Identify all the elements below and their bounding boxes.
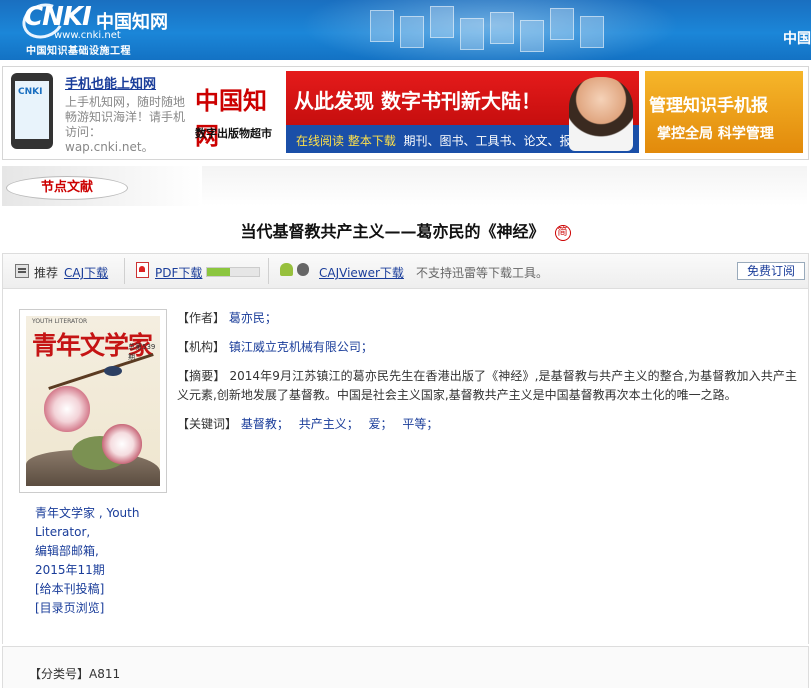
org-label: 【机构】 xyxy=(177,340,226,354)
pdf-file-icon xyxy=(136,262,149,278)
free-subscribe-button[interactable]: 免费订阅 xyxy=(737,262,805,280)
download-tool-note: 不支持迅雷等下载工具。 xyxy=(416,266,549,280)
keyword-link[interactable]: 共产主义； xyxy=(299,417,359,431)
author-label: 【作者】 xyxy=(177,311,226,325)
banner-sub-highlight: 在线阅读 整本下载 xyxy=(296,134,396,148)
abstract-text: 2014年9月江苏镇江的葛亦民先生在香港出版了《神经》,是基督教与共产主义的整合… xyxy=(177,369,797,402)
header-decoration xyxy=(360,6,620,56)
editorial-mailbox: 编辑部邮箱, xyxy=(35,544,99,558)
cnki-logo[interactable]: CNKI 中国知网 www.cnki.net 中国知识基础设施工程 xyxy=(17,0,170,57)
keywords-row: 【关键词】 基督教； 共产主义； 爱； 平等； xyxy=(177,415,797,434)
cover-youth-text: YOUTH LITERATOR xyxy=(32,318,88,325)
header-right-text[interactable]: 中国 xyxy=(783,28,811,48)
caj-download-link[interactable]: CAJ下载 xyxy=(64,264,108,281)
logo-url: www.cnki.net xyxy=(54,30,121,41)
keyword-link[interactable]: 基督教； xyxy=(241,417,289,431)
org-row: 【机构】 镇江威立克机械有限公司； xyxy=(177,338,797,357)
pdf-download-meter xyxy=(206,267,260,277)
digital-publishing-banner[interactable]: 中国知网 数字出版物超市 从此发现 数字书刊新大陆！ 在线阅读 整本下载 期刊、… xyxy=(189,71,639,153)
android-icon xyxy=(280,263,293,276)
phone-icon[interactable]: CNKI xyxy=(11,73,53,149)
abstract-row: 【摘要】 2014年9月江苏镇江的葛亦民先生在香港出版了《神经》,是基督教与共产… xyxy=(177,367,797,405)
phone-logo: CNKI xyxy=(18,87,43,97)
simplified-toggle-icon[interactable]: 简 xyxy=(554,225,571,241)
classification-label: 【分类号】 xyxy=(29,667,90,681)
journal-info: 青年文学家 , Youth Literator, 编辑部邮箱, 2015年11期… xyxy=(35,504,165,618)
section-bar: 节点文献 xyxy=(2,166,807,206)
caj-file-icon xyxy=(15,264,29,278)
journal-name-en-cont: Literator, xyxy=(35,525,91,539)
author-link[interactable]: 葛亦民； xyxy=(229,311,277,325)
toc-browse-link[interactable]: [目录页浏览] xyxy=(35,601,104,615)
keywords-label: 【关键词】 xyxy=(177,417,238,431)
cover-bird-art xyxy=(104,366,122,376)
promo-row: CNKI 手机也能上知网 上手机知网，随时随地畅游知识海洋！请手机访问：wap.… xyxy=(2,66,809,160)
cajviewer-download-link[interactable]: CAJViewer下载 xyxy=(319,264,404,281)
banner-brand-sub: 数字出版物超市 xyxy=(195,127,272,140)
submit-manuscript-link[interactable]: [给本刊投稿] xyxy=(35,582,104,596)
author-row: 【作者】 葛亦民； xyxy=(177,309,797,328)
cover-flower-art xyxy=(44,386,90,432)
mgmt-knowledge-banner[interactable]: 管理知识手机报 掌控全局 科学管理 xyxy=(645,71,803,153)
journal-name-link[interactable]: 青年文学家 xyxy=(35,506,95,520)
journal-issue-link[interactable]: 2015年11期 xyxy=(35,563,105,577)
mgmt-banner-line1: 管理知识手机报 xyxy=(649,96,768,116)
student-photo xyxy=(569,77,633,151)
pdf-download-meter-fill xyxy=(207,268,231,276)
keyword-link[interactable]: 爱； xyxy=(369,417,393,431)
article-title-row: 当代基督教共产主义——葛亦民的《神经》简 xyxy=(0,218,811,242)
logo-subtitle: 中国知识基础设施工程 xyxy=(26,46,131,57)
mobile-cnki-link[interactable]: 手机也能上知网 xyxy=(65,73,156,92)
banner-slogan: 从此发现 数字书刊新大陆！ xyxy=(294,89,541,113)
article-title: 当代基督教共产主义——葛亦民的《神经》 xyxy=(240,222,545,241)
pdf-download-link[interactable]: PDF下载 xyxy=(155,264,202,281)
classification-value: A811 xyxy=(89,667,121,681)
recommend-label: 推荐 xyxy=(34,266,59,280)
article-detail: YOUTH LITERATOR 青年文学家 总第539期 青年文学家 , You… xyxy=(2,289,809,644)
abstract-label: 【摘要】 xyxy=(177,369,226,383)
journal-cover[interactable]: YOUTH LITERATOR 青年文学家 总第539期 xyxy=(19,309,167,493)
classification-row: 【分类号】A811 xyxy=(2,646,809,688)
mgmt-banner-line2: 掌控全局 科学管理 xyxy=(657,126,774,142)
download-bar: 推荐 CAJ下载 PDF下载 CAJViewer下载 不支持迅雷等下载工具。 免… xyxy=(2,253,809,289)
site-header: CNKI 中国知网 www.cnki.net 中国知识基础设施工程 中国 xyxy=(0,0,811,60)
keyword-link[interactable]: 平等； xyxy=(402,417,438,431)
banner-sub-rest: 期刊、图书、工具书、论文、报纸 xyxy=(403,134,584,148)
cover-flower-art xyxy=(102,424,142,464)
article-meta: 【作者】 葛亦民； 【机构】 镇江威立克机械有限公司； 【摘要】 2014年9月… xyxy=(177,309,797,444)
org-link[interactable]: 镇江威立克机械有限公司； xyxy=(229,340,373,354)
tab-node-literature[interactable]: 节点文献 xyxy=(6,176,128,200)
apple-icon xyxy=(297,263,309,276)
mobile-cnki-desc: 上手机知网，随时随地畅游知识海洋！请手机访问：wap.cnki.net。 xyxy=(65,95,186,154)
journal-name-en: , Youth xyxy=(95,506,140,520)
logo-cnki-text: CNKI xyxy=(24,2,92,32)
